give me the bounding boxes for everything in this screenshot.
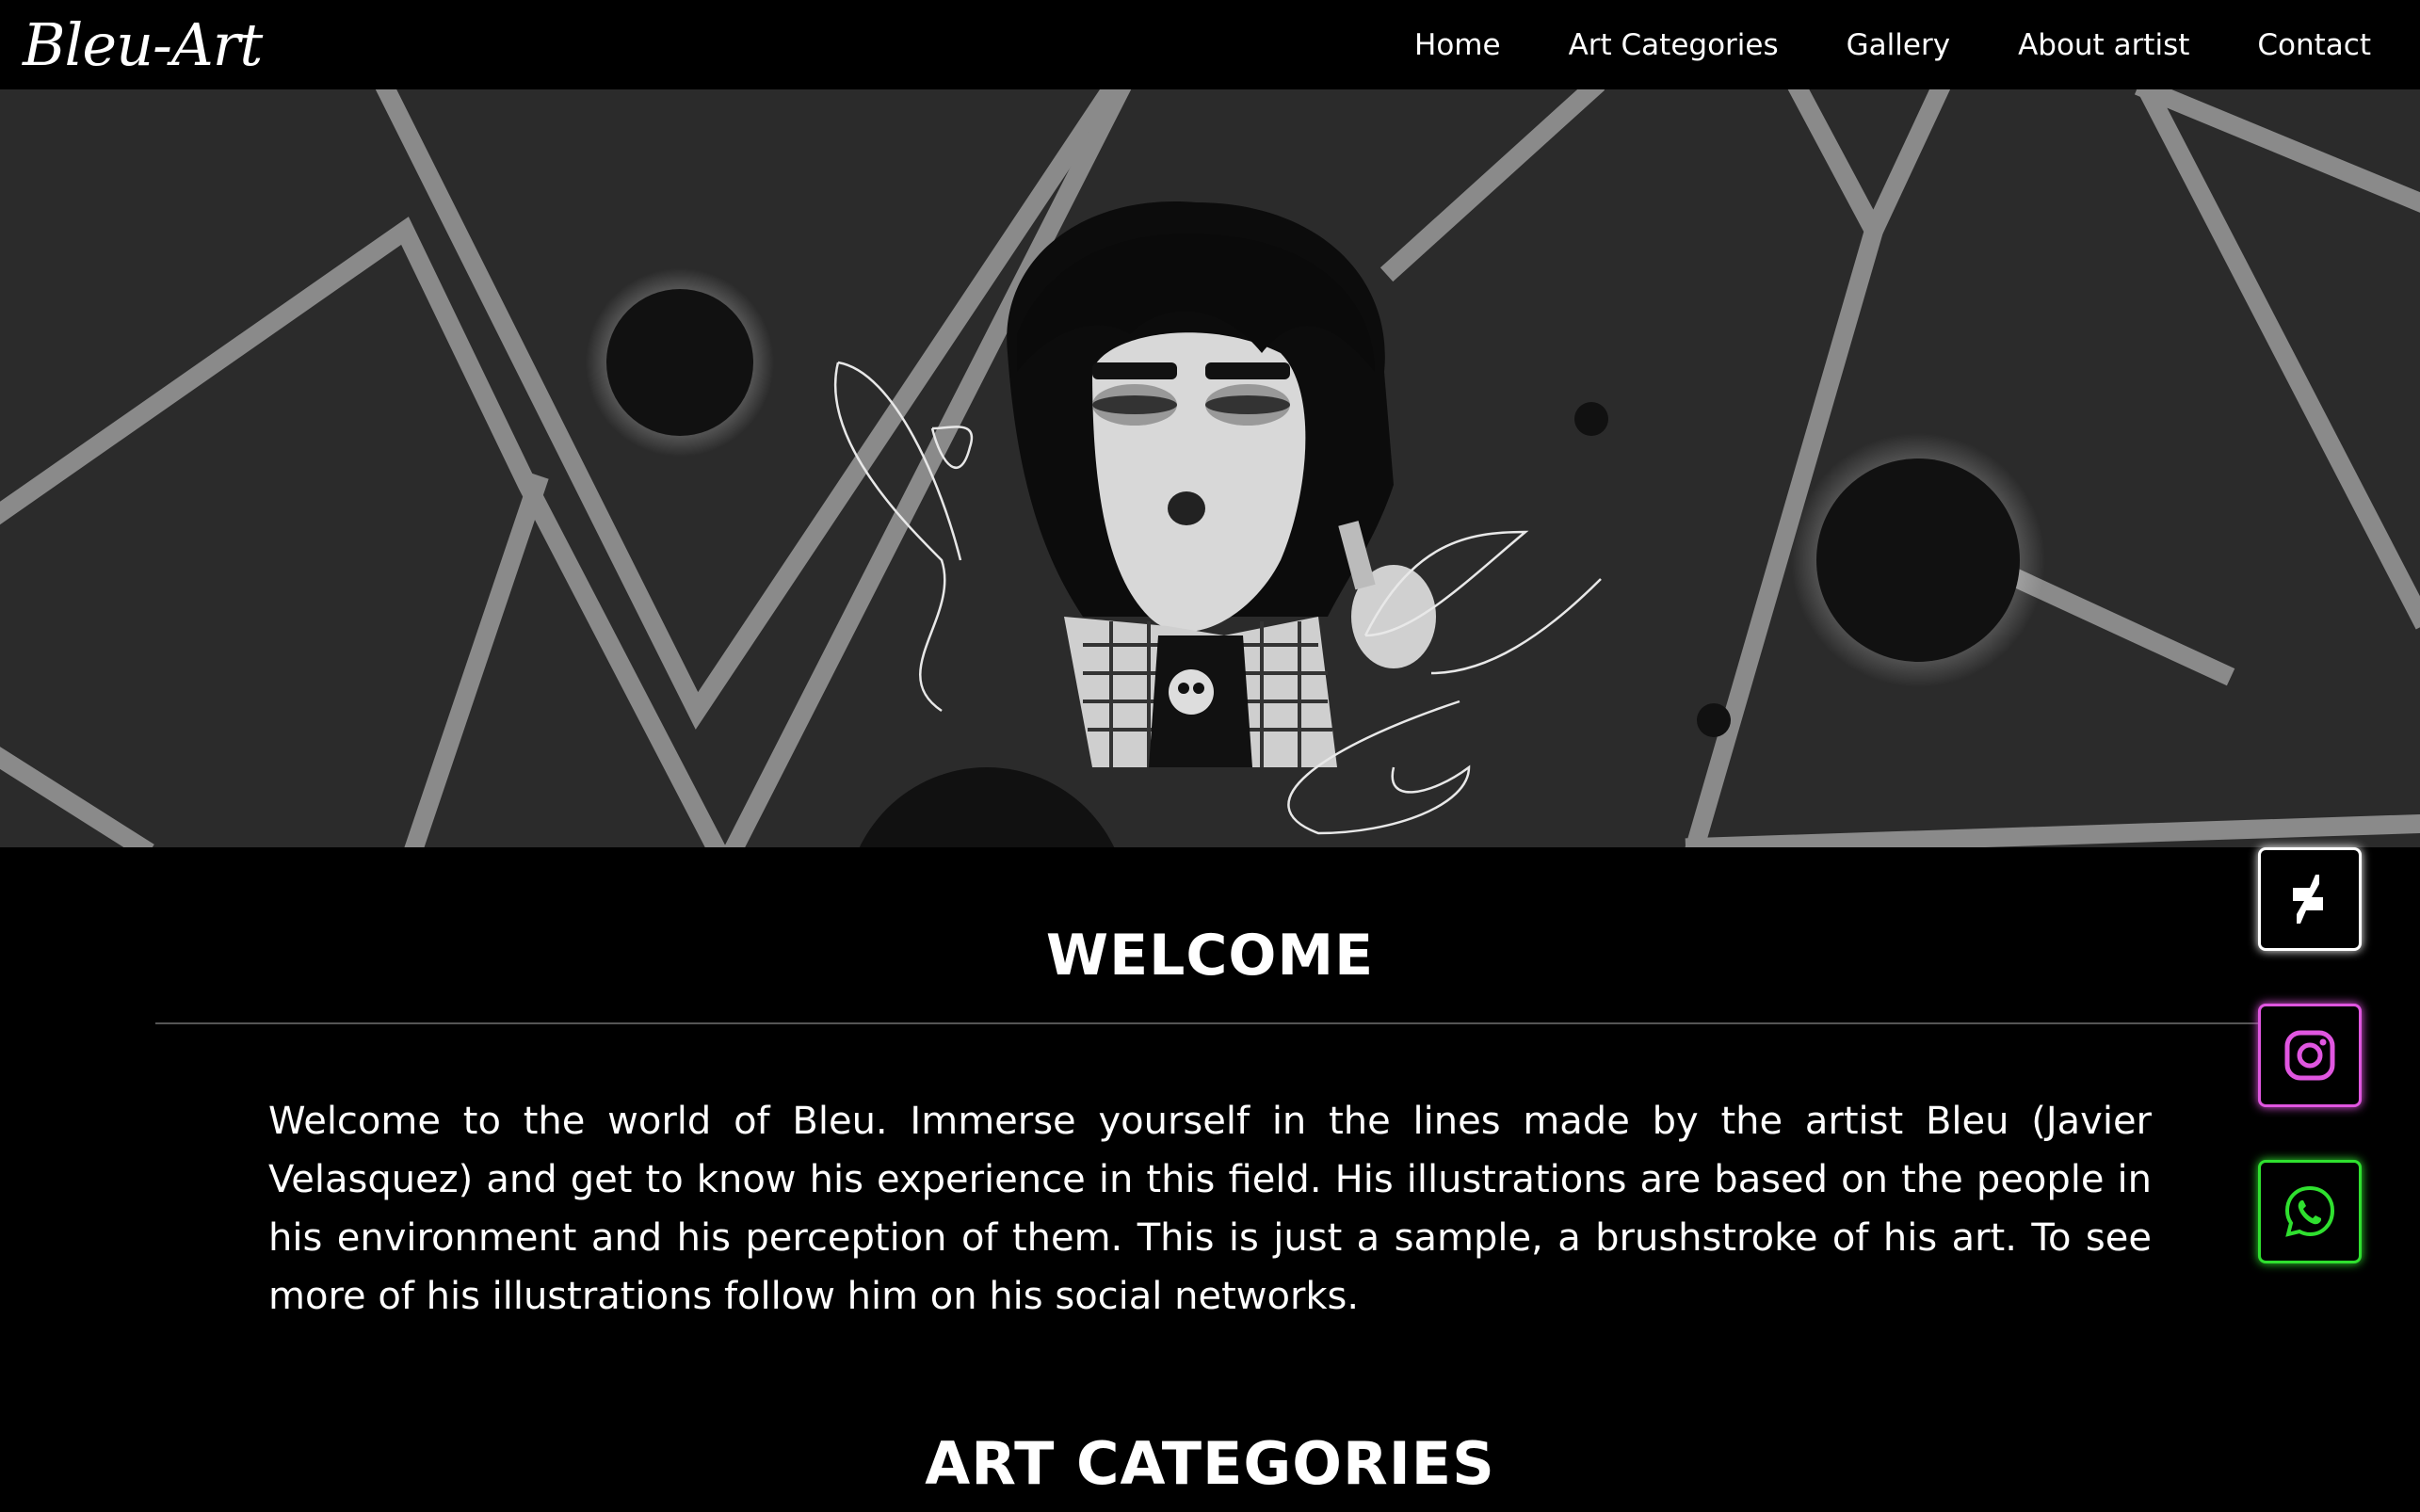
hero-banner: [0, 89, 2420, 847]
welcome-heading: WELCOME: [1045, 923, 1375, 989]
site-logo[interactable]: Bleu-Art: [23, 8, 263, 83]
deviantart-button[interactable]: [2258, 847, 2362, 951]
nav-art-categories[interactable]: Art Categories: [1569, 28, 1779, 62]
art-categories-heading: ART CATEGORIES: [925, 1429, 1495, 1498]
deviantart-icon: [2293, 875, 2323, 924]
whatsapp-button[interactable]: [2258, 1160, 2362, 1263]
whatsapp-icon: [2284, 1185, 2335, 1237]
hero-illustration: [0, 89, 2420, 847]
navbar: Bleu-Art Home Art Categories Gallery Abo…: [0, 0, 2420, 89]
nav-contact[interactable]: Contact: [2257, 28, 2371, 62]
nav-home[interactable]: Home: [1414, 28, 1501, 62]
nav-menu: Home Art Categories Gallery About artist…: [1347, 0, 2371, 89]
welcome-paragraph: Welcome to the world of Bleu. Immerse yo…: [268, 1100, 2152, 1318]
instagram-button[interactable]: [2258, 1004, 2362, 1107]
nav-gallery[interactable]: Gallery: [1847, 28, 1950, 62]
nav-about-artist[interactable]: About artist: [2018, 28, 2189, 62]
instagram-icon: [2284, 1030, 2335, 1081]
section-divider: [155, 1022, 2265, 1024]
